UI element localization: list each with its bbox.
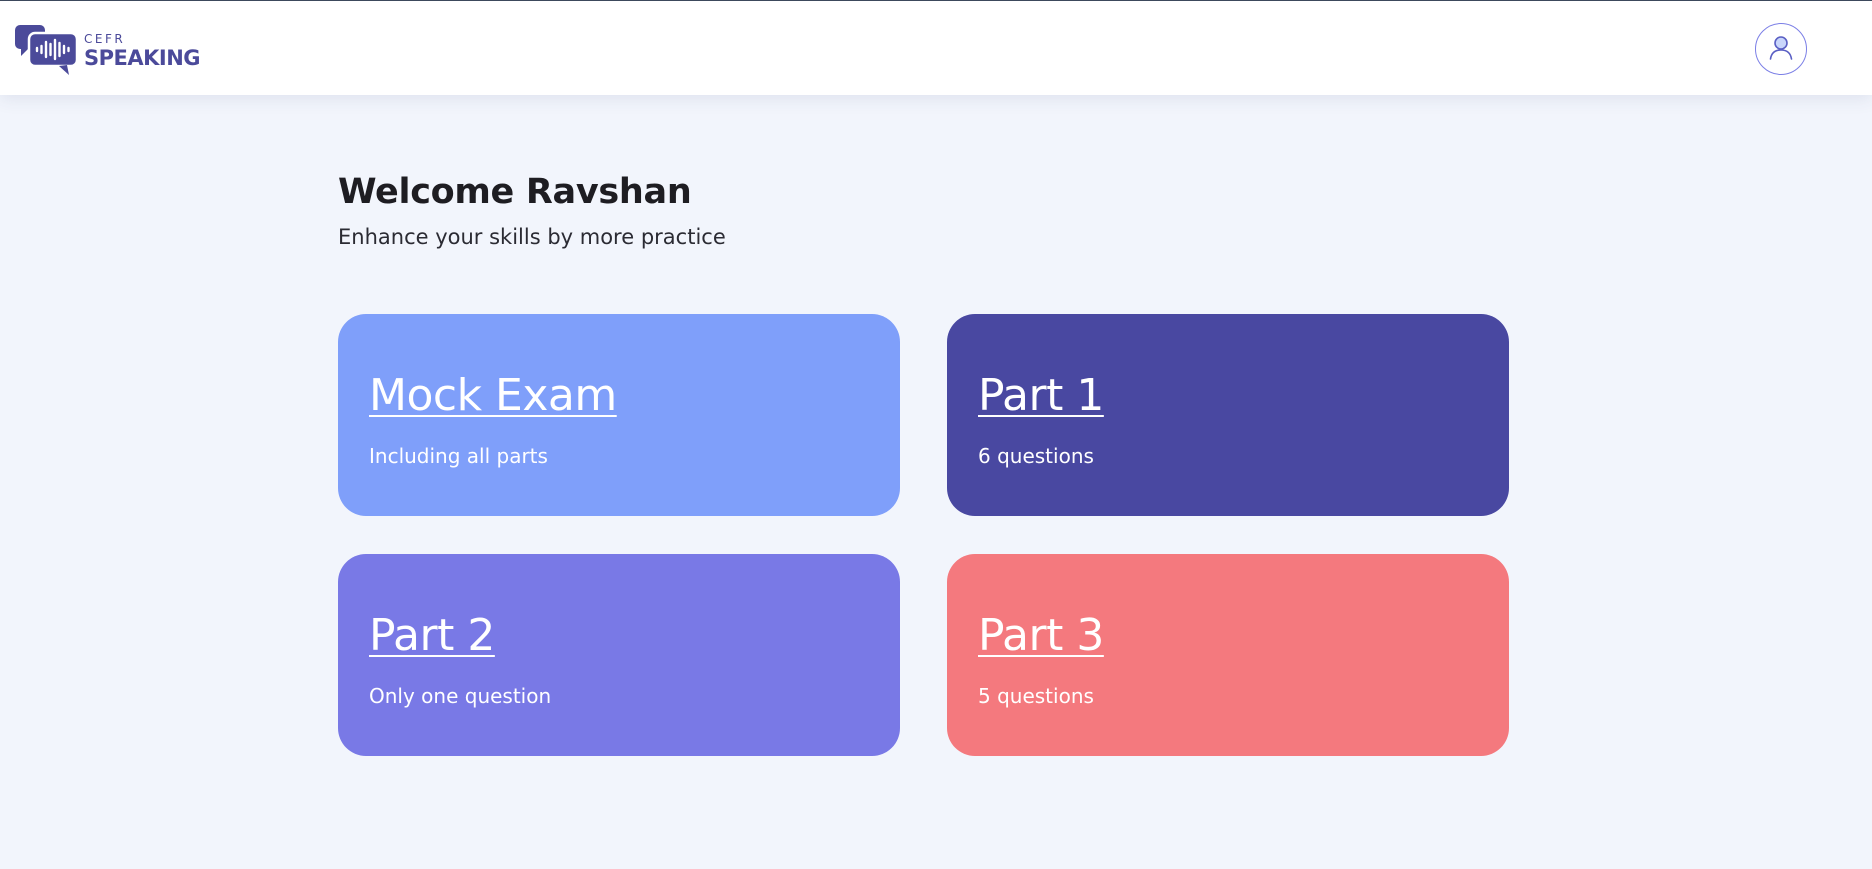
user-icon bbox=[1766, 32, 1796, 66]
speech-bubble-waveform-icon bbox=[15, 23, 77, 75]
part-2-card[interactable]: Part 2 Only one question bbox=[338, 554, 900, 756]
part-1-description: 6 questions bbox=[978, 444, 1094, 468]
part-3-description: 5 questions bbox=[978, 684, 1094, 708]
logo-small-text: CEFR bbox=[84, 31, 126, 46]
part-2-link[interactable]: Part 2 bbox=[369, 610, 495, 661]
part-1-card[interactable]: Part 1 6 questions bbox=[947, 314, 1509, 516]
mock-exam-link[interactable]: Mock Exam bbox=[369, 370, 617, 421]
logo[interactable]: CEFR SPEAKING bbox=[15, 23, 201, 75]
profile-avatar-button[interactable] bbox=[1755, 23, 1807, 75]
part-3-link[interactable]: Part 3 bbox=[978, 610, 1104, 661]
logo-text: CEFR SPEAKING bbox=[84, 30, 201, 70]
logo-big-text: SPEAKING bbox=[84, 45, 201, 70]
mock-exam-description: Including all parts bbox=[369, 444, 548, 468]
part-2-description: Only one question bbox=[369, 684, 552, 708]
top-header: CEFR SPEAKING bbox=[0, 1, 1872, 95]
part-1-link[interactable]: Part 1 bbox=[978, 370, 1104, 421]
welcome-subtitle: Enhance your skills by more practice bbox=[338, 225, 726, 249]
mock-exam-card[interactable]: Mock Exam Including all parts bbox=[338, 314, 900, 516]
welcome-heading: Welcome Ravshan bbox=[338, 172, 692, 212]
part-3-card[interactable]: Part 3 5 questions bbox=[947, 554, 1509, 756]
